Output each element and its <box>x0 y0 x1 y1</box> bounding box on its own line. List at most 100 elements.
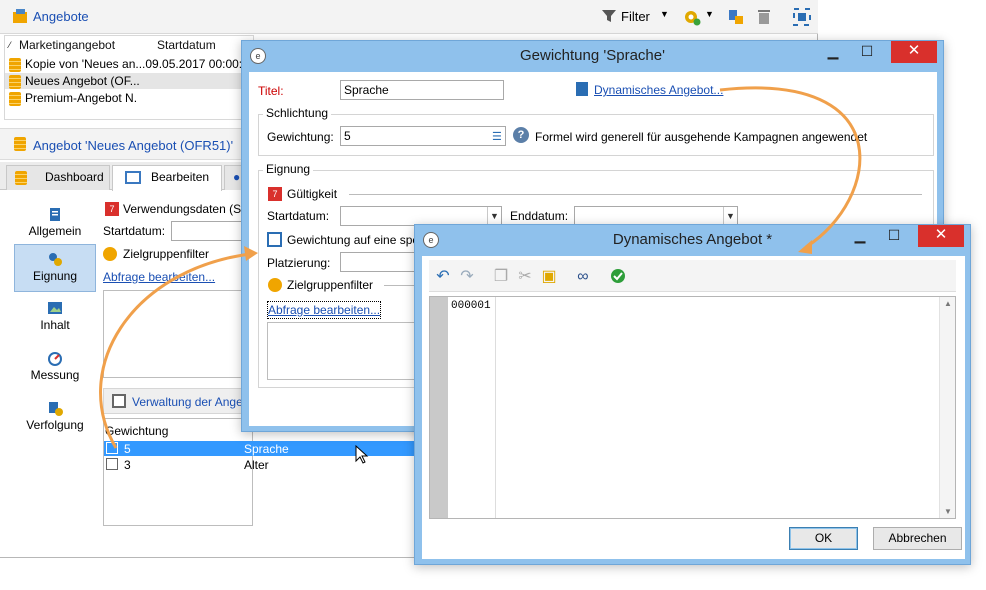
list-item[interactable]: Kopie von 'Neues an...09.05.2017 00:00:0… <box>5 56 245 72</box>
binoculars-icon[interactable]: ∞ <box>574 268 592 286</box>
edit-query-link[interactable]: Abfrage bearbeiten... <box>267 301 382 319</box>
target-filter-icon <box>268 278 282 292</box>
list-item[interactable]: Neues Angebot (OF... <box>5 73 245 89</box>
paste-icon[interactable]: ▣ <box>540 268 558 286</box>
tab-dashboard[interactable]: Dashboard <box>6 165 110 190</box>
editor-gutter <box>430 297 448 518</box>
offers-folder-icon <box>12 8 30 26</box>
formula-hint: Formel wird generell für ausgehende Kamp… <box>535 130 868 144</box>
cut-icon[interactable]: ✂ <box>516 268 534 286</box>
column-header-gewichtung[interactable]: Gewichtung <box>105 423 168 439</box>
usage-dates-label: Verwendungsdaten (Se <box>123 202 248 216</box>
divider <box>349 194 922 195</box>
cancel-button[interactable]: Abbrechen <box>873 527 962 550</box>
calendar-icon: 7 <box>268 187 282 201</box>
column-header-marketingangebot[interactable]: Marketingangebot <box>19 36 115 54</box>
management-label: Verwaltung der Ange <box>132 395 243 409</box>
eligibility-icon <box>47 251 63 267</box>
eligibility-content: 7 Verwendungsdaten (Se Startdatum: Zielg… <box>103 194 253 554</box>
nav-allgemein[interactable]: Allgemein <box>14 200 96 248</box>
dashboard-icon <box>15 171 27 185</box>
startdatum-label: Startdatum: <box>103 224 166 238</box>
delete-icon[interactable] <box>756 8 774 26</box>
maximize-button[interactable]: ☐ <box>880 225 908 247</box>
gueltigkeit-label: Gültigkeit <box>287 187 338 201</box>
offer-icon <box>14 137 26 151</box>
offer-title: Angebot 'Neues Angebot (OFR51)' <box>33 138 234 153</box>
platzierung-label: Platzierung: <box>267 256 331 270</box>
gear-add-icon[interactable] <box>683 8 701 26</box>
help-icon: ? <box>513 127 529 143</box>
management-header: Verwaltung der Ange <box>103 388 253 414</box>
redo-icon[interactable]: ↷ <box>458 268 476 286</box>
offers-title: Angebote <box>33 9 89 24</box>
editor-toolbar: ↶ ↷ ❐ ✂ ▣ ∞ <box>429 260 956 292</box>
calendar-icon: 7 <box>105 202 119 216</box>
formula-editor-icon[interactable]: ☰ <box>492 130 502 143</box>
management-icon <box>112 394 126 408</box>
minimize-button[interactable]: ▁ <box>846 225 874 247</box>
offers-list: ⁄ Marketingangebot Startdatum Kopie von … <box>4 35 254 120</box>
dynamic-dialog-body: ↶ ↷ ❐ ✂ ▣ ∞ 000001 ▲ ▼ OK Abbrechen <box>422 256 965 559</box>
tab-more-icon: ● <box>233 170 241 184</box>
table-row[interactable]: 5 Sprache <box>104 441 416 456</box>
startdatum-input[interactable] <box>171 221 251 241</box>
clipboard-icon <box>576 82 588 96</box>
startdatum-label: Startdatum: <box>267 209 330 223</box>
gauge-icon <box>47 350 63 366</box>
nav-eignung[interactable]: Eignung <box>14 244 96 292</box>
list-item[interactable]: Premium-Angebot N. <box>5 90 245 106</box>
scroll-down-icon[interactable]: ▼ <box>944 507 952 516</box>
code-editor[interactable]: 000001 ▲ ▼ <box>429 296 956 519</box>
dynamic-offer-dialog: e Dynamisches Angebot * ▁ ☐ ✕ ↶ ↷ ❐ ✂ ▣ … <box>414 224 971 565</box>
gear-dropdown-icon[interactable]: ▼ <box>705 9 714 19</box>
offer-sidebar: Allgemein Eignung Inhalt Messung Verfolg… <box>8 194 100 554</box>
nav-messung[interactable]: Messung <box>14 344 96 392</box>
offer-icon <box>9 91 21 106</box>
edit-form-icon <box>125 171 141 184</box>
fullscreen-icon[interactable] <box>793 8 811 26</box>
ok-button[interactable]: OK <box>789 527 858 550</box>
target-filter-icon <box>103 247 117 261</box>
minimize-button[interactable]: ▁ <box>819 41 847 63</box>
query-preview <box>103 290 253 378</box>
eignung-legend: Eignung <box>263 162 314 176</box>
scroll-up-icon[interactable]: ▲ <box>944 299 952 308</box>
offer-icon <box>9 74 21 89</box>
filter-icon[interactable] <box>601 8 619 26</box>
placement-weight-label: Gewichtung auf eine spe <box>287 233 420 247</box>
tracking-icon <box>47 400 63 416</box>
titel-input[interactable]: Sprache <box>340 80 504 100</box>
enddatum-label: Enddatum: <box>510 209 569 223</box>
copy-icon[interactable]: ❐ <box>492 268 510 286</box>
placement-checkbox[interactable] <box>267 232 282 247</box>
filter-dropdown-icon[interactable]: ▼ <box>660 9 669 19</box>
gewichtung-input[interactable]: 5 <box>340 126 506 146</box>
nav-inhalt[interactable]: Inhalt <box>14 294 96 342</box>
tab-bearbeiten[interactable]: Bearbeiten <box>112 165 222 191</box>
schlichtung-legend: Schlichtung <box>263 106 332 120</box>
titel-label: Titel: <box>258 84 284 98</box>
edit-query-link[interactable]: Abfrage bearbeiten... <box>103 269 215 285</box>
chevron-down-icon[interactable]: ▼ <box>723 207 737 225</box>
image-icon <box>47 300 63 316</box>
dynamic-offer-link[interactable]: Dynamisches Angebot... <box>594 82 723 98</box>
startdatum-combo[interactable]: ▼ <box>340 206 502 226</box>
maximize-button[interactable]: ☐ <box>853 41 881 63</box>
enddatum-combo[interactable]: ▼ <box>574 206 738 226</box>
query-preview <box>267 322 427 380</box>
filter-button[interactable]: Filter <box>621 9 650 24</box>
nav-verfolgung[interactable]: Verfolgung <box>14 394 96 442</box>
chevron-down-icon[interactable]: ▼ <box>487 207 501 225</box>
offer-icon <box>9 57 21 72</box>
undo-icon[interactable]: ↶ <box>434 268 452 286</box>
column-header-startdatum[interactable]: Startdatum <box>157 36 216 54</box>
gewichtung-label: Gewichtung: <box>267 130 334 144</box>
scrollbar[interactable]: ▲ ▼ <box>939 297 955 518</box>
close-button[interactable]: ✕ <box>918 225 964 247</box>
check-icon[interactable] <box>609 268 627 286</box>
table-row[interactable]: 3 Alter <box>104 457 416 472</box>
import-icon[interactable] <box>727 8 745 26</box>
close-button[interactable]: ✕ <box>891 41 937 63</box>
sort-icon[interactable]: ⁄ <box>9 36 11 54</box>
